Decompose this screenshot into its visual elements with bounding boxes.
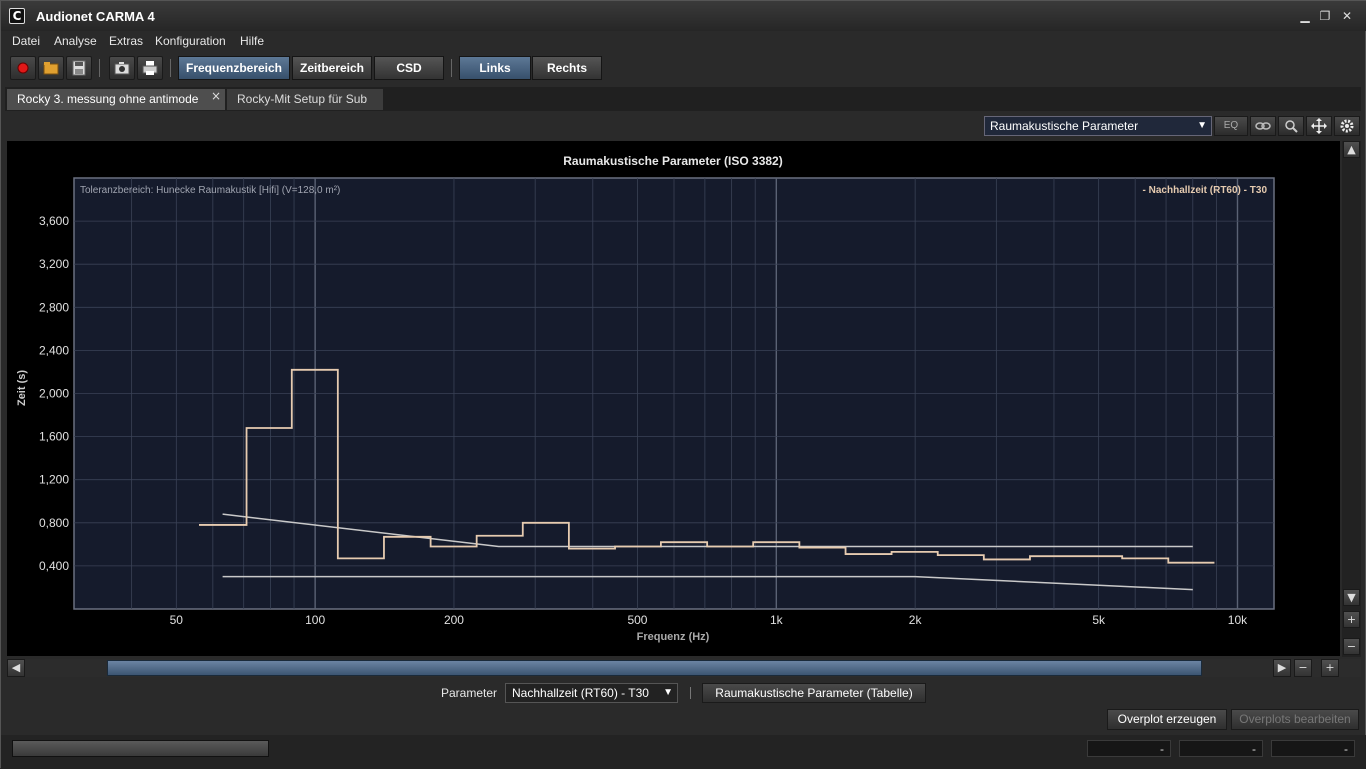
toolbar: Frequenzbereich Zeitbereich CSD Links Re…: [1, 53, 1366, 85]
vertical-scrollbar[interactable]: ▲ ▼ + −: [1342, 141, 1361, 657]
menu-datei[interactable]: Datei: [12, 34, 40, 48]
status-field-1: -: [1087, 740, 1171, 757]
overplot-bar: Overplot erzeugen Overplots bearbeiten: [5, 707, 1361, 733]
x-tick-label: 2k: [909, 613, 923, 627]
tolerance-label: Toleranzbereich: Hunecke Raumakustik [Hi…: [80, 185, 340, 196]
zeitbereich-button[interactable]: Zeitbereich: [292, 56, 372, 80]
tab-rocky-ohne-antimode[interactable]: Rocky 3. messung ohne antimode ×: [7, 89, 225, 110]
parameter-label: Parameter: [441, 686, 498, 700]
menu-hilfe[interactable]: Hilfe: [240, 34, 264, 48]
tab-label: Rocky 3. messung ohne antimode: [17, 92, 199, 106]
y-axis-label: Zeit (s): [16, 370, 28, 406]
parameter-select[interactable]: Nachhallzeit (RT60) - T30 ▼: [505, 683, 678, 703]
chevron-down-icon: ▼: [1197, 120, 1207, 131]
y-axis-ticks: 0,400 0,800 1,200 1,600 2,000 2,400 2,800 3,200…: [39, 214, 69, 573]
scroll-right-button[interactable]: ▶: [1273, 659, 1291, 677]
document-tab-bar: Rocky 3. messung ohne antimode × Rocky-M…: [5, 87, 1361, 111]
x-zoom-out-button[interactable]: −: [1294, 659, 1312, 677]
chevron-down-icon: ▼: [663, 687, 673, 698]
y-tick-label: 1,200: [39, 473, 69, 487]
restore-icon[interactable]: ❐: [1317, 9, 1333, 23]
scroll-left-button[interactable]: ◀: [7, 659, 25, 677]
close-tab-icon[interactable]: ×: [211, 89, 221, 103]
menu-extras[interactable]: Extras: [109, 34, 143, 48]
status-field-2: -: [1179, 740, 1263, 757]
y-tick-label: 2,800: [39, 300, 69, 314]
frequenzbereich-button[interactable]: Frequenzbereich: [178, 56, 290, 80]
y-tick-label: 0,400: [39, 559, 69, 573]
x-tick-label: 200: [444, 613, 464, 627]
y-tick-label: 1,600: [39, 430, 69, 444]
scroll-down-button[interactable]: ▼: [1343, 589, 1360, 606]
close-icon[interactable]: ✕: [1339, 9, 1355, 23]
x-tick-label: 5k: [1092, 613, 1106, 627]
x-tick-label: 10k: [1228, 613, 1248, 627]
legend-label: - Nachhallzeit (RT60) - T30: [1143, 185, 1268, 196]
menu-konfiguration[interactable]: Konfiguration: [155, 34, 226, 48]
chart-title: Raumakustische Parameter (ISO 3382): [563, 154, 782, 168]
toolbar-separator: [451, 59, 452, 77]
print-icon[interactable]: [137, 56, 163, 80]
scroll-thumb[interactable]: [107, 660, 1202, 676]
record-icon[interactable]: [10, 56, 36, 80]
parameter-bar: Parameter Nachhallzeit (RT60) - T30 ▼ Ra…: [5, 680, 1361, 706]
overplot-edit-button[interactable]: Overplots bearbeiten: [1231, 709, 1359, 730]
view-select-value: Raumakustische Parameter: [990, 119, 1139, 133]
save-icon[interactable]: [66, 56, 92, 80]
move-icon[interactable]: [1306, 116, 1332, 136]
title-bar: C Audionet CARMA 4 ▁ ❐ ✕: [1, 1, 1366, 31]
separator: [690, 687, 691, 699]
tab-rocky-mit-setup[interactable]: Rocky-Mit Setup für Sub: [227, 89, 383, 110]
chart-panel[interactable]: Raumakustische Parameter (ISO 3382) 0,40…: [7, 141, 1340, 656]
y-tick-label: 3,200: [39, 257, 69, 271]
minimize-icon[interactable]: ▁: [1297, 9, 1313, 23]
y-zoom-out-button[interactable]: −: [1343, 638, 1360, 655]
rt60-chart[interactable]: Raumakustische Parameter (ISO 3382) 0,40…: [7, 141, 1340, 656]
y-tick-label: 2,000: [39, 387, 69, 401]
toolbar-separator: [170, 59, 171, 77]
y-tick-label: 0,800: [39, 516, 69, 530]
menu-bar: Datei Analyse Extras Konfiguration Hilfe: [1, 31, 1366, 51]
x-axis-ticks: 50 100 200 500 1k 2k 5k 10k: [170, 613, 1249, 627]
zoom-icon[interactable]: [1278, 116, 1304, 136]
x-zoom-in-button[interactable]: +: [1321, 659, 1339, 677]
x-tick-label: 1k: [770, 613, 784, 627]
y-tick-label: 3,600: [39, 214, 69, 228]
app-logo-icon: C: [9, 8, 25, 24]
open-folder-icon[interactable]: [38, 56, 64, 80]
progress-bar: [12, 740, 269, 757]
parameter-select-value: Nachhallzeit (RT60) - T30: [512, 686, 649, 700]
view-select[interactable]: Raumakustische Parameter ▼: [984, 116, 1212, 136]
csd-button[interactable]: CSD: [374, 56, 444, 80]
eq-button[interactable]: EQ: [1214, 116, 1248, 136]
rechts-button[interactable]: Rechts: [532, 56, 602, 80]
x-axis-label: Frequenz (Hz): [637, 631, 710, 643]
menu-analyse[interactable]: Analyse: [54, 34, 97, 48]
app-window: C Audionet CARMA 4 ▁ ❐ ✕ Datei Analyse E…: [0, 0, 1366, 769]
scroll-up-button[interactable]: ▲: [1343, 141, 1360, 158]
parameter-table-button[interactable]: Raumakustische Parameter (Tabelle): [702, 683, 926, 703]
toolbar-separator: [99, 59, 100, 77]
overplot-create-button[interactable]: Overplot erzeugen: [1107, 709, 1227, 730]
status-field-3: -: [1271, 740, 1355, 757]
link-icon[interactable]: [1250, 116, 1276, 136]
y-tick-label: 2,400: [39, 343, 69, 357]
horizontal-scrollbar[interactable]: ◀ ▶ − +: [7, 659, 1361, 677]
window-title: Audionet CARMA 4: [36, 9, 155, 24]
links-button[interactable]: Links: [459, 56, 531, 80]
status-bar: - - -: [1, 735, 1366, 769]
x-tick-label: 100: [305, 613, 325, 627]
gear-icon[interactable]: [1334, 116, 1360, 136]
y-zoom-in-button[interactable]: +: [1343, 611, 1360, 628]
x-tick-label: 500: [627, 613, 647, 627]
camera-icon[interactable]: [109, 56, 135, 80]
tab-label: Rocky-Mit Setup für Sub: [237, 92, 368, 106]
x-tick-label: 50: [170, 613, 184, 627]
